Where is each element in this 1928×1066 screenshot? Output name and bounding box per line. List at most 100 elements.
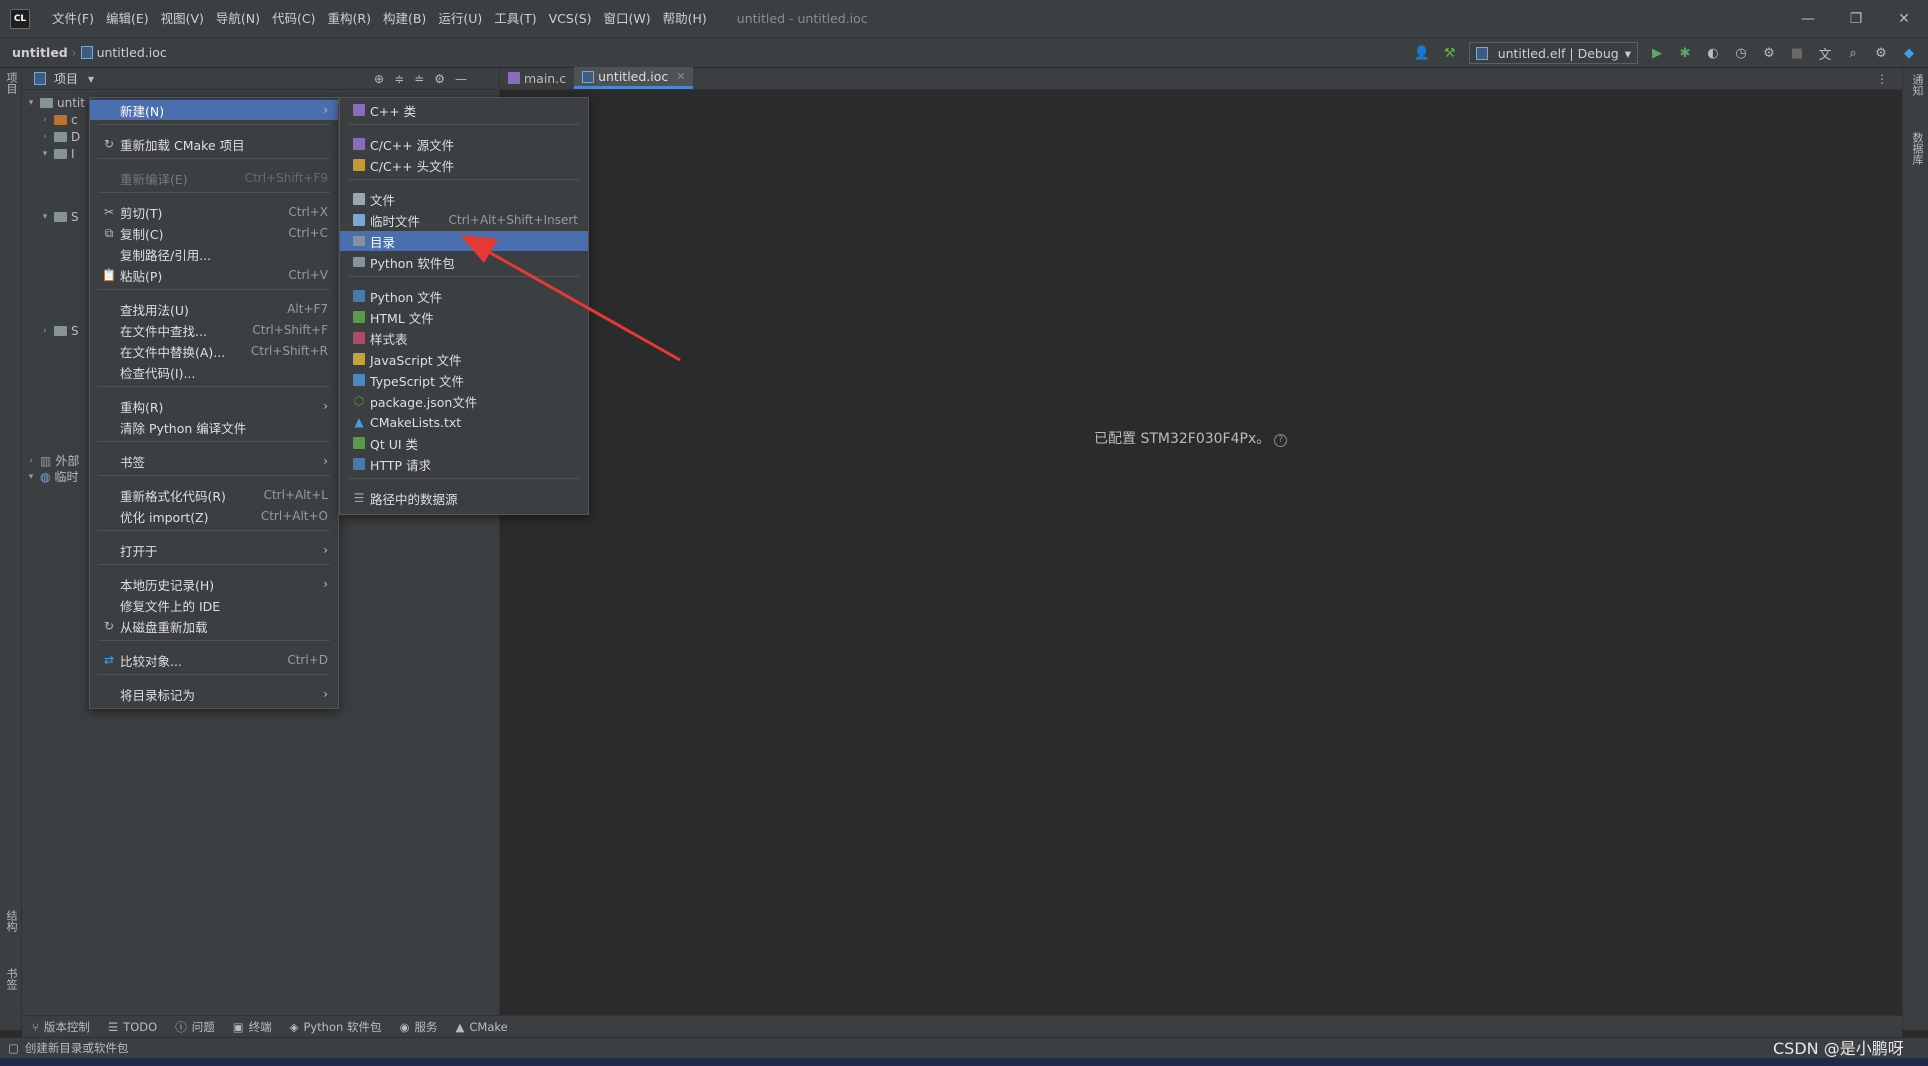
menu-item-copy[interactable]: ⧉ 复制(C) Ctrl+C (90, 223, 338, 243)
attach-debugger-icon[interactable]: ⚙ (1760, 44, 1778, 62)
user-icon[interactable]: 👤 (1413, 44, 1431, 62)
tool-problems[interactable]: ⓘ 问题 (175, 1019, 215, 1035)
menu-item-open-in[interactable]: 打开于 › (90, 540, 338, 560)
menu-build[interactable]: 构建(B) (377, 0, 432, 38)
menu-item-mark-directory-as[interactable]: 将目录标记为 › (90, 684, 338, 704)
tree-node[interactable]: › c (40, 111, 77, 128)
debug-icon[interactable]: ✱ (1676, 44, 1694, 62)
notifications-tool-button[interactable]: 通知 (1909, 74, 1925, 96)
run-configuration-select[interactable]: untitled.elf | Debug ▾ (1468, 42, 1638, 64)
menu-item-inspect-code[interactable]: 检查代码(I)... (90, 362, 338, 382)
menu-edit[interactable]: 编辑(E) (100, 0, 155, 38)
submenu-item-file[interactable]: 文件 (340, 189, 588, 209)
menu-item-find-usages[interactable]: 查找用法(U) Alt+F7 (90, 299, 338, 319)
play-circle-icon: ◉ (399, 1019, 410, 1034)
submenu-item-http-request[interactable]: HTTP 请求 (340, 454, 588, 474)
submenu-item-c-source[interactable]: C/C++ 源文件 (340, 134, 588, 154)
tool-services[interactable]: ◉ 服务 (399, 1019, 437, 1035)
search-icon[interactable]: ⌕ (1844, 44, 1862, 62)
tree-node[interactable]: ▾ S (40, 208, 79, 225)
menu-item-new[interactable]: 新建(N) › (90, 100, 338, 120)
menu-window[interactable]: 窗口(W) (598, 0, 657, 38)
chevron-down-icon[interactable]: ▾ (88, 72, 94, 86)
tree-node[interactable]: › S (40, 322, 78, 339)
paste-icon: 📋 (101, 268, 117, 282)
menu-item-paste[interactable]: 📋 粘贴(P) Ctrl+V (90, 265, 338, 285)
menu-vcs[interactable]: VCS(S) (543, 0, 598, 38)
menu-item-reload-from-disk[interactable]: ↻ 从磁盘重新加载 (90, 616, 338, 636)
menu-tools[interactable]: 工具(T) (488, 0, 542, 38)
menu-item-compare-with[interactable]: ⇄ 比较对象... Ctrl+D (90, 650, 338, 670)
submenu-item-typescript-file[interactable]: TypeScript 文件 (340, 370, 588, 390)
tree-node-external-libraries[interactable]: › ▥ 外部 (26, 452, 79, 469)
menu-item-find-in-files[interactable]: 在文件中查找... Ctrl+Shift+F (90, 320, 338, 340)
hide-icon[interactable]: — (455, 72, 467, 86)
coverage-icon[interactable]: ◐ (1704, 44, 1722, 62)
structure-tool-button[interactable]: 结构 (3, 910, 19, 932)
submenu-item-package-json[interactable]: ⬡ package.json文件 (340, 391, 588, 411)
help-icon[interactable]: ? (1274, 434, 1288, 447)
menu-view[interactable]: 视图(V) (155, 0, 210, 38)
menu-item-bookmarks[interactable]: 书签 › (90, 451, 338, 471)
menu-help[interactable]: 帮助(H) (657, 0, 713, 38)
submenu-item-cmakelists[interactable]: ▲ CMakeLists.txt (340, 412, 588, 432)
database-tool-button[interactable]: 数据库 (1909, 132, 1925, 165)
menu-item-reload-cmake[interactable]: ↻ 重新加载 CMake 项目 (90, 134, 338, 154)
build-hammer-icon[interactable]: ⚒ (1441, 44, 1459, 62)
tree-node[interactable]: › D (40, 128, 80, 145)
tab-untitled-ioc[interactable]: untitled.ioc ✕ (574, 67, 694, 89)
close-icon[interactable]: ✕ (676, 70, 685, 83)
submenu-item-qt-ui-class[interactable]: Qt UI 类 (340, 433, 588, 453)
project-panel-title[interactable]: 项目 (54, 70, 78, 87)
menu-item-refactor[interactable]: 重构(R) › (90, 396, 338, 416)
tree-node[interactable]: ▾ I (40, 145, 75, 162)
more-options-icon[interactable]: ⋮ (1876, 72, 1888, 86)
menu-item-optimize-imports[interactable]: 优化 import(Z) Ctrl+Alt+O (90, 506, 338, 526)
minimize-icon[interactable]: — (1784, 0, 1832, 38)
tree-node-scratches[interactable]: ▾ ◍ 临时 (26, 468, 79, 485)
menu-item-repair-ide[interactable]: 修复文件上的 IDE (90, 595, 338, 615)
tool-terminal[interactable]: ▣ 终端 (233, 1019, 272, 1035)
menu-item-clean-python[interactable]: 清除 Python 编译文件 (90, 417, 338, 437)
menu-item-local-history[interactable]: 本地历史记录(H) › (90, 574, 338, 594)
status-toggle-icon[interactable]: ▢ (8, 1041, 19, 1055)
submenu-item-cpp-class[interactable]: C++ 类 (340, 100, 588, 120)
tool-version-control[interactable]: ⑂ 版本控制 (32, 1019, 90, 1035)
tool-python-packages[interactable]: ◈ Python 软件包 (290, 1019, 382, 1035)
tab-main-c[interactable]: main.c (500, 67, 574, 89)
project-tool-button[interactable]: 项目 (3, 72, 19, 94)
menu-item-replace-in-files[interactable]: 在文件中替换(A)... Ctrl+Shift+R (90, 341, 338, 361)
submenu-item-datasource-in-path[interactable]: ☰ 路径中的数据源 (340, 488, 588, 508)
tool-cmake[interactable]: ▲ CMake (456, 1020, 508, 1034)
collapse-all-icon[interactable]: ≐ (414, 72, 424, 86)
breadcrumb-project[interactable]: untitled (12, 45, 68, 60)
stop-icon[interactable]: ■ (1788, 44, 1806, 62)
tree-node-root[interactable]: ▾ untit (26, 94, 85, 111)
locate-icon[interactable]: ⊕ (374, 72, 384, 86)
scratches-icon: ◍ (40, 469, 51, 484)
menu-file[interactable]: 文件(F) (46, 0, 100, 38)
menu-code[interactable]: 代码(C) (266, 0, 321, 38)
menu-item-copy-path[interactable]: 复制路径/引用... (90, 244, 338, 264)
gear-icon[interactable]: ⚙ (434, 72, 445, 86)
menu-item-reformat-code[interactable]: 重新格式化代码(R) Ctrl+Alt+L (90, 485, 338, 505)
ide-update-icon[interactable]: ◆ (1900, 44, 1918, 62)
bookmarks-tool-button[interactable]: 书签 (3, 968, 19, 990)
breadcrumb-file[interactable]: untitled.ioc (97, 45, 167, 60)
restore-icon[interactable]: ❐ (1832, 0, 1880, 38)
tree-node-label: 临时 (54, 470, 79, 484)
tool-todo[interactable]: ☰ TODO (108, 1020, 157, 1034)
menu-navigate[interactable]: 导航(N) (210, 0, 266, 38)
run-icon[interactable]: ▶ (1648, 44, 1666, 62)
settings-gear-icon[interactable]: ⚙ (1872, 44, 1890, 62)
menu-item-cut[interactable]: ✂ 剪切(T) Ctrl+X (90, 202, 338, 222)
menu-run[interactable]: 运行(U) (432, 0, 488, 38)
submenu-item-c-header[interactable]: C/C++ 头文件 (340, 155, 588, 175)
submenu-item-label: HTTP 请求 (370, 457, 431, 473)
menu-refactor[interactable]: 重构(R) (322, 0, 377, 38)
close-window-icon[interactable]: ✕ (1880, 0, 1928, 38)
expand-all-icon[interactable]: ≑ (394, 72, 404, 86)
profile-icon[interactable]: ◷ (1732, 44, 1750, 62)
ts-file-icon (352, 373, 366, 387)
translate-icon[interactable]: 文 (1816, 44, 1834, 63)
